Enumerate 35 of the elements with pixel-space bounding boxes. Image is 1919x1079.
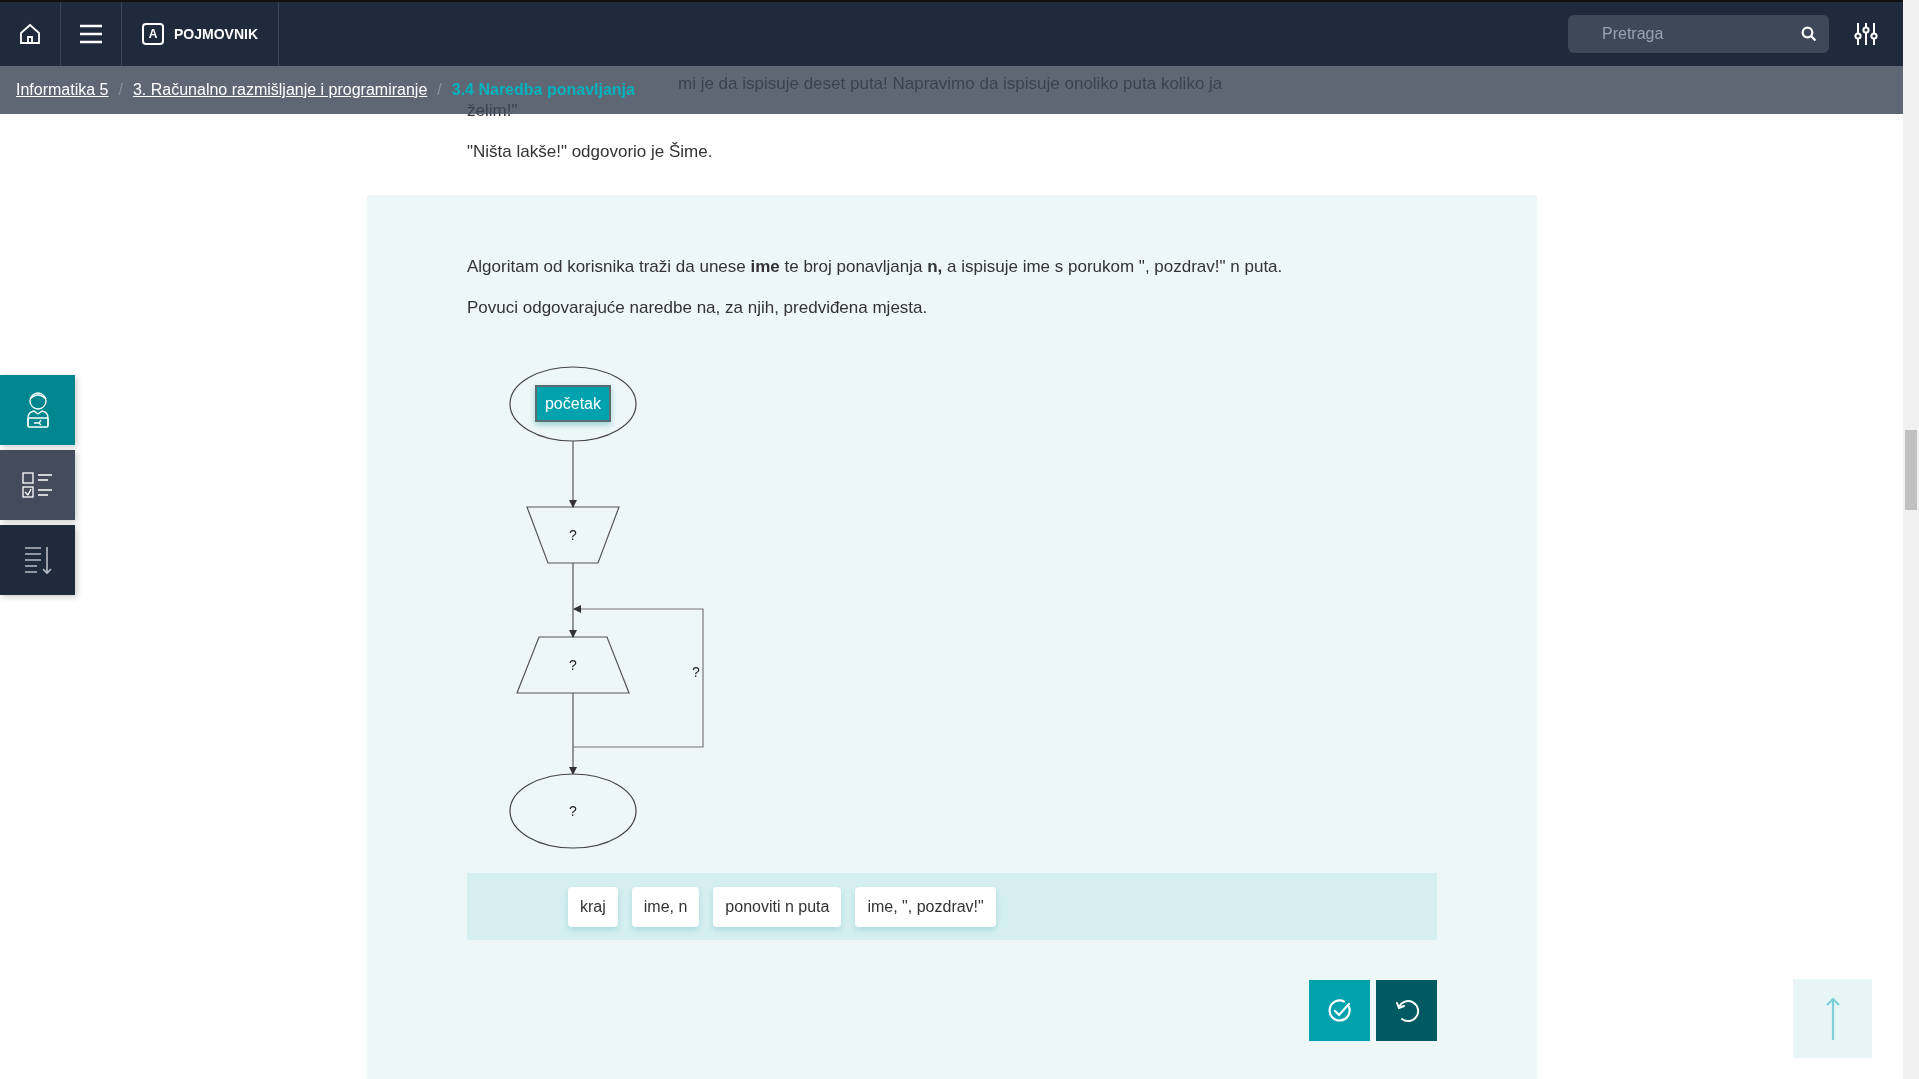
loop-slot-mark[interactable]: ? [692,662,700,682]
side-tab[interactable] [0,525,75,595]
side-tab[interactable] [0,450,75,520]
breadcrumb-link[interactable]: Informatika 5 [16,78,109,102]
check-circle-icon [1326,997,1353,1024]
connector-arrow [569,440,577,508]
breadcrumb-separator: / [437,80,442,100]
search-field[interactable]: Pretraga [1568,15,1829,53]
undo-icon [1393,997,1420,1024]
instruction-text: Povuci odgovarajuće naredbe na, za njih, predviđena mjesta. [467,297,929,319]
empty-slot-mark[interactable]: ? [569,801,577,821]
checklist-icon [20,471,55,499]
breadcrumb-current: 3.4 Naredba ponavljanja [451,80,635,100]
empty-slot-mark[interactable]: ? [569,525,577,545]
sliders-icon [1853,21,1879,47]
search-icon [1801,26,1817,42]
breadcrumb-link[interactable]: 3. Računalno razmišljanje i programiranje [132,78,428,102]
home-icon [18,22,42,46]
side-tab[interactable] [0,375,75,445]
answer-chip[interactable]: ime, ", pozdrav!" [855,886,996,927]
answer-chip[interactable]: ponoviti n puta [713,886,842,927]
letter-badge: A [142,23,164,45]
list-sort-icon [22,545,53,575]
check-button[interactable] [1309,980,1370,1041]
empty-slot-mark[interactable]: ? [569,655,577,675]
instruction-text: Algoritam od korisnika traži da unese ime te broj ponavljanja n, a ispisuje ime s porukom ", pozdrav!" n puta. [467,256,1284,278]
scrollbar[interactable] [1903,0,1919,1079]
story-paragraph: "Ništa lakše!" odgovorio je Šime. [467,141,713,163]
menu-icon [79,24,103,44]
answer-chip[interactable]: ime, n [631,886,700,927]
reset-button[interactable] [1376,980,1437,1041]
glossary-label: POJMOVNIK [174,24,258,44]
answer-chip[interactable]: kraj [568,886,618,927]
up-arrow-icon [1824,996,1841,1041]
breadcrumb-separator: / [118,80,123,100]
